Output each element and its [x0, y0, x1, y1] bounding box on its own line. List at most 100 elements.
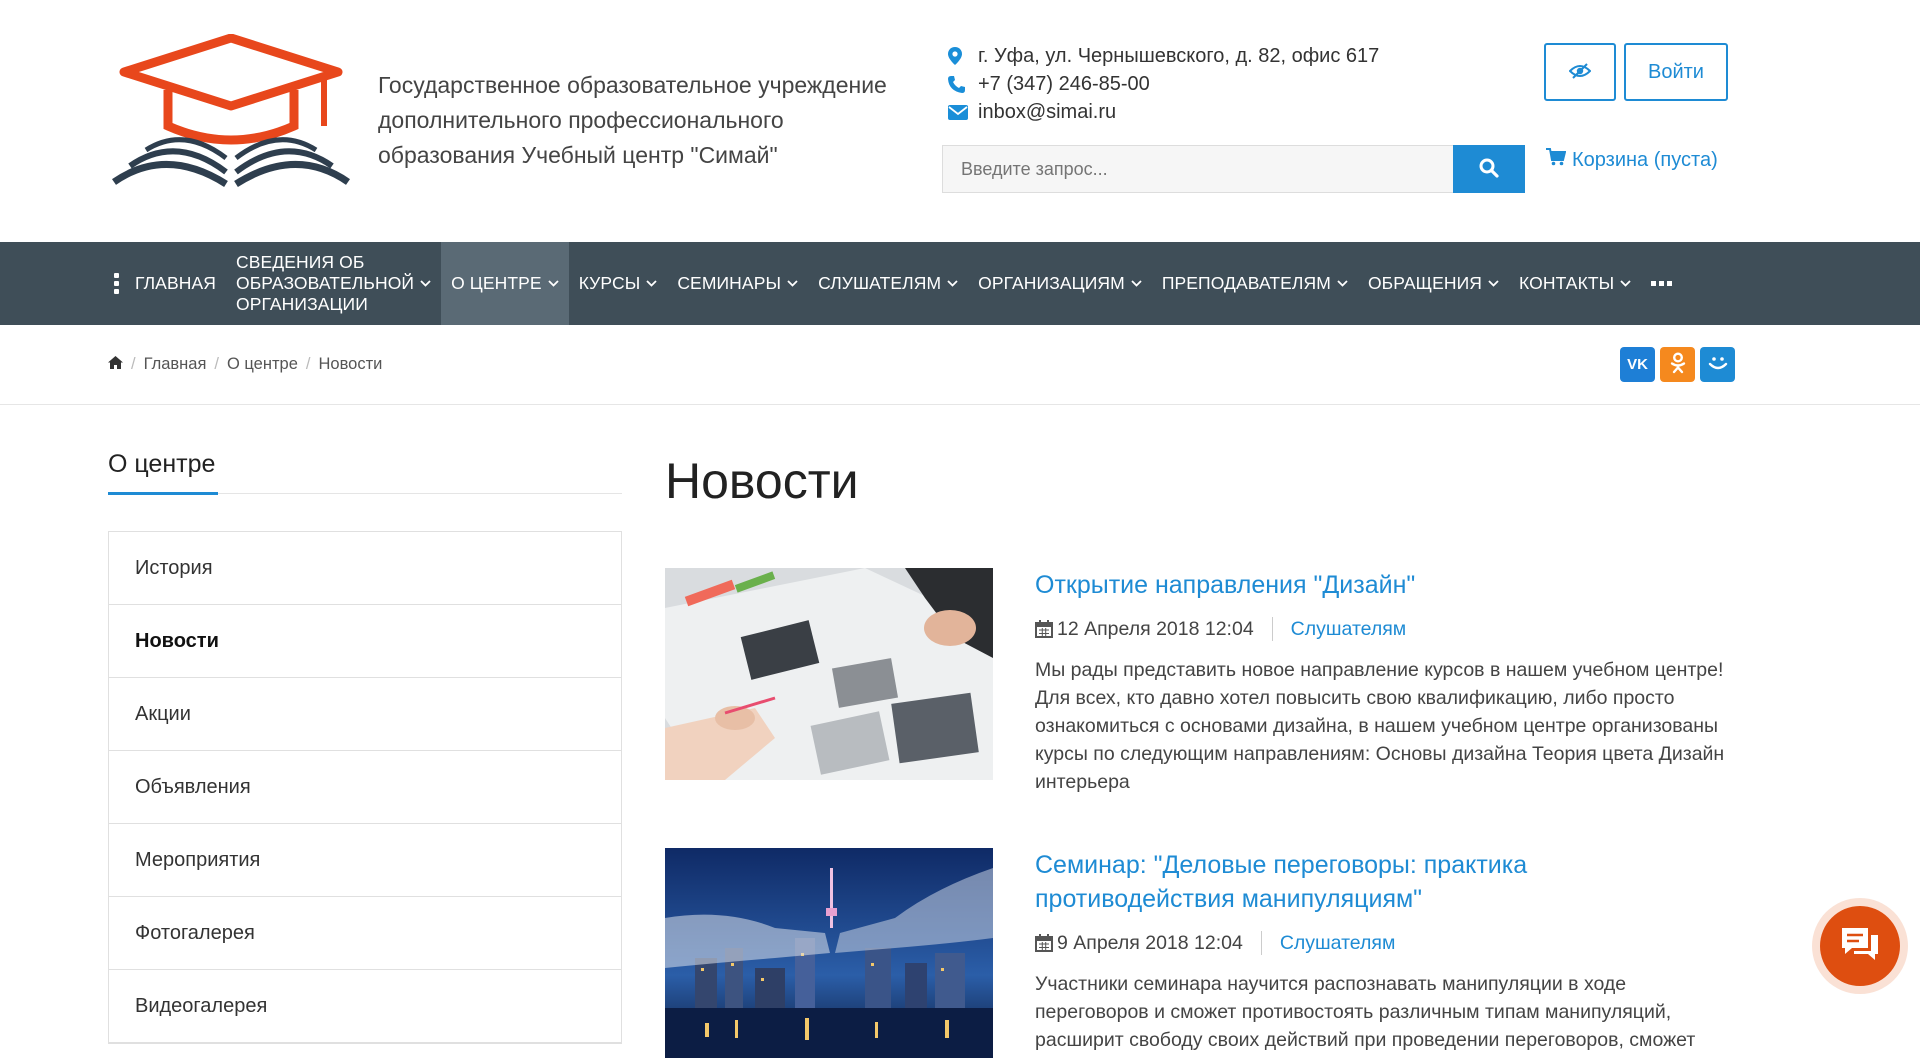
chat-widget-button[interactable]	[1812, 898, 1908, 994]
breadcrumb-bar: / Главная / О центре / Новости VK	[0, 325, 1920, 405]
chevron-down-icon	[947, 280, 958, 287]
email-row: inbox@simai.ru	[948, 98, 1379, 126]
sidebar-item-events[interactable]: Мероприятия	[109, 824, 621, 897]
chevron-down-icon	[787, 280, 798, 287]
nav-item-o-centre[interactable]: О центре	[441, 242, 569, 325]
login-button[interactable]: Войти	[1624, 43, 1728, 101]
breadcrumb-separator: /	[305, 355, 311, 373]
nav-label: Курсы	[578, 273, 641, 293]
site-header: Государственное образовательное учрежден…	[0, 0, 1920, 242]
breadcrumb-item[interactable]: Главная	[144, 355, 207, 374]
sidebar-title: О центре	[108, 450, 216, 478]
nav-label: Организациям	[978, 273, 1125, 293]
phone-row: +7 (347) 246-85-00	[948, 70, 1379, 98]
chevron-down-icon	[1488, 280, 1499, 287]
nav-item-svedeniya[interactable]: Сведения об образовательной организации	[226, 242, 441, 325]
cart-link[interactable]: Корзина (пуста)	[1546, 148, 1718, 172]
chevron-down-icon	[1337, 280, 1348, 287]
vk-share-button[interactable]: VK	[1620, 347, 1655, 382]
more-dots-icon[interactable]	[1641, 242, 1682, 325]
search-bar	[942, 145, 1525, 193]
sidebar-item-promotions[interactable]: Акции	[109, 678, 621, 751]
meta-divider	[1271, 617, 1273, 641]
vk-icon: VK	[1627, 356, 1648, 373]
logo[interactable]	[106, 33, 352, 196]
nav-label: Контакты	[1519, 273, 1615, 293]
calendar-icon	[1035, 934, 1053, 952]
news-body: Открытие направления "Дизайн" 12 Апреля …	[1035, 568, 1725, 796]
sidebar-title-underline	[108, 492, 218, 495]
news-title[interactable]: Открытие направления "Дизайн"	[1035, 568, 1725, 602]
search-input[interactable]	[942, 145, 1453, 193]
chevron-down-icon	[1131, 280, 1142, 287]
phone-icon	[948, 75, 978, 93]
nav-item-kontakty[interactable]: Контакты	[1509, 242, 1641, 325]
nav-item-slushatelyam[interactable]: Слушателям	[808, 242, 968, 325]
mailru-share-button[interactable]	[1700, 347, 1735, 382]
calendar-icon	[1035, 620, 1053, 638]
chevron-down-icon	[548, 280, 559, 287]
news-meta: 9 Апреля 2018 12:04 Слушателям	[1035, 928, 1725, 958]
address-text: г. Уфа, ул. Чернышевского, д. 82, офис 6…	[978, 44, 1380, 67]
sidebar-item-videogallery[interactable]: Видеогалерея	[109, 970, 621, 1043]
search-button[interactable]	[1453, 145, 1525, 193]
home-icon[interactable]	[108, 355, 123, 374]
sidebar-menu: История Новости Акции Объявления Меропри…	[108, 531, 622, 1044]
sidebar-item-announcements[interactable]: Объявления	[109, 751, 621, 824]
nav-label: Главная	[135, 273, 216, 293]
news-date: 12 Апреля 2018 12:04	[1057, 617, 1254, 640]
chat-button-inner	[1820, 906, 1900, 986]
nav-item-home[interactable]: Главная	[108, 242, 226, 325]
news-thumbnail-design[interactable]	[665, 568, 993, 780]
sidebar-item-photogallery[interactable]: Фотогалерея	[109, 897, 621, 970]
news-title[interactable]: Семинар: "Деловые переговоры: практика п…	[1035, 848, 1725, 916]
chevron-down-icon	[646, 280, 657, 287]
page-title: Новости	[665, 453, 859, 509]
news-body: Семинар: "Деловые переговоры: практика п…	[1035, 848, 1725, 1054]
cart-label: Корзина (пуста)	[1572, 148, 1718, 171]
news-date: 9 Апреля 2018 12:04	[1057, 931, 1243, 954]
nav-item-seminary[interactable]: Семинары	[667, 242, 808, 325]
sidebar-item-news[interactable]: Новости	[109, 605, 621, 678]
main-nav: Главная Сведения об образовательной орга…	[0, 242, 1920, 325]
email-text[interactable]: inbox@simai.ru	[978, 101, 1116, 124]
cart-icon	[1546, 148, 1567, 172]
search-icon	[1479, 158, 1499, 181]
breadcrumb: / Главная / О центре / Новости	[108, 355, 382, 374]
sidebar-item-history[interactable]: История	[109, 532, 621, 605]
mailru-icon	[1707, 353, 1729, 377]
nav-item-kursy[interactable]: Курсы	[569, 242, 668, 325]
nav-label: Семинары	[677, 273, 782, 293]
org-name: Государственное образовательное учрежден…	[378, 72, 887, 168]
breadcrumb-separator: /	[214, 355, 219, 373]
breadcrumb-item[interactable]: О центре	[227, 355, 298, 374]
contacts: г. Уфа, ул. Чернышевского, д. 82, офис 6…	[948, 42, 1379, 126]
social-share: VK	[1620, 347, 1735, 382]
accessibility-button[interactable]	[1544, 43, 1616, 101]
meta-divider	[1260, 931, 1262, 955]
odnoklassniki-icon	[1670, 352, 1686, 378]
nav-label: Сведения об образовательной организации	[235, 252, 415, 314]
chevron-down-icon	[1620, 280, 1631, 287]
chevron-down-icon	[420, 280, 431, 287]
breadcrumb-separator: /	[131, 355, 136, 373]
ok-share-button[interactable]	[1660, 347, 1695, 382]
vertical-dots-icon	[114, 273, 119, 294]
news-meta: 12 Апреля 2018 12:04 Слушателям	[1035, 614, 1725, 644]
news-excerpt: Мы рады представить новое направление ку…	[1035, 659, 1725, 793]
breadcrumb-current: Новости	[318, 355, 383, 373]
news-category[interactable]: Слушателям	[1291, 618, 1407, 641]
nav-label: О центре	[451, 273, 542, 293]
news-thumbnail-seminar[interactable]	[665, 848, 993, 1058]
nav-label: Обращения	[1367, 273, 1483, 293]
phone-text[interactable]: +7 (347) 246-85-00	[978, 73, 1150, 96]
map-marker-icon	[948, 47, 978, 65]
nav-item-prepodavatelyam[interactable]: Преподавателям	[1152, 242, 1358, 325]
nav-label: Слушателям	[818, 273, 942, 293]
address-row: г. Уфа, ул. Чернышевского, д. 82, офис 6…	[948, 42, 1379, 70]
nav-item-obrascheniya[interactable]: Обращения	[1358, 242, 1509, 325]
nav-item-organizaciyam[interactable]: Организациям	[968, 242, 1152, 325]
envelope-icon	[948, 104, 978, 120]
eye-slash-icon	[1568, 62, 1592, 82]
news-category[interactable]: Слушателям	[1280, 932, 1396, 955]
